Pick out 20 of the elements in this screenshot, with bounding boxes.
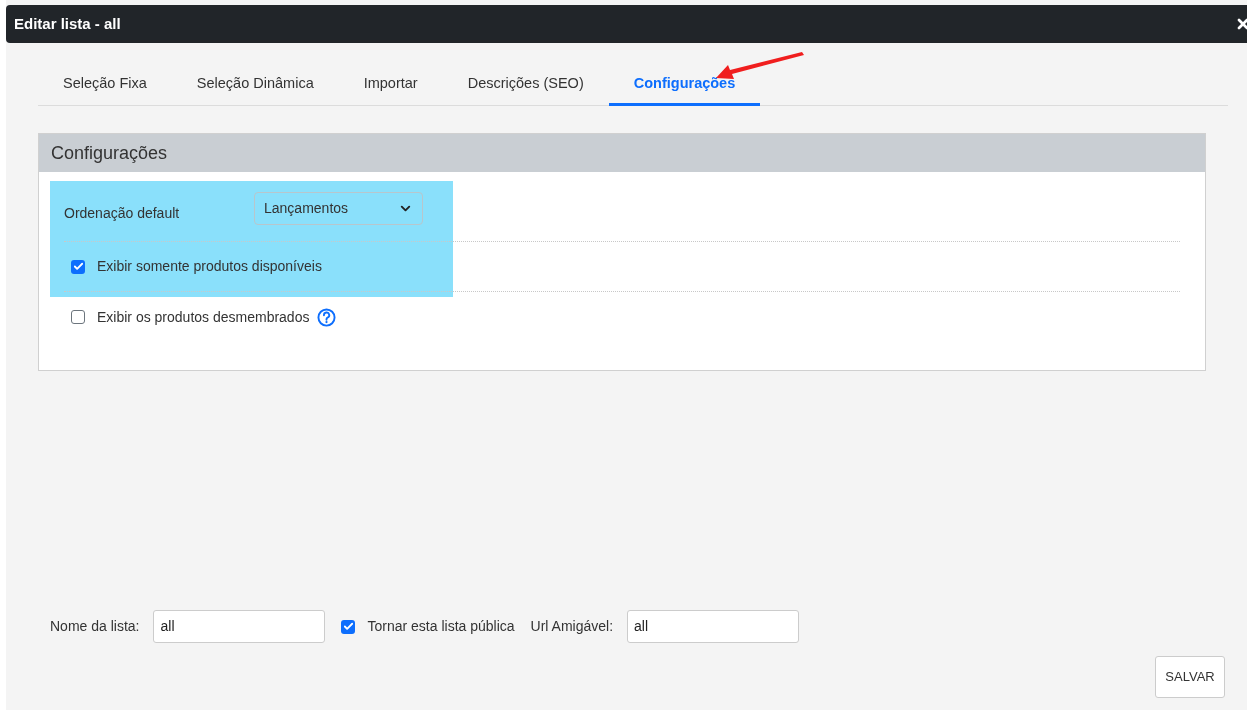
public-list-label: Tornar esta lista pública	[367, 617, 515, 636]
panel-title: Configurações	[51, 141, 168, 165]
checkbox[interactable]	[71, 310, 85, 324]
sort-select[interactable]: Lançamentos	[254, 192, 423, 225]
option-label: Exibir os produtos desmembrados	[97, 307, 310, 327]
tab[interactable]: Importar	[338, 65, 443, 106]
option-label: Exibir somente produtos disponíveis	[97, 257, 322, 276]
tab[interactable]: Descrições (SEO)	[442, 65, 609, 106]
list-name-field[interactable]: all	[153, 610, 326, 643]
tab[interactable]: Seleção Dinâmica	[171, 65, 339, 106]
friendly-url-label: Url Amigável:	[530, 617, 614, 636]
close-icon[interactable]	[1235, 16, 1247, 32]
help-icon[interactable]	[317, 307, 337, 327]
save-button[interactable]: SALVAR	[1155, 656, 1225, 698]
friendly-url-field[interactable]: all	[627, 610, 800, 643]
checkbox[interactable]	[341, 619, 356, 634]
tab[interactable]: Seleção Fixa	[38, 65, 172, 106]
sort-label: Ordenação default	[64, 204, 181, 223]
window-title: Editar lista - all	[14, 13, 121, 34]
list-name-label: Nome da lista:	[50, 617, 140, 636]
